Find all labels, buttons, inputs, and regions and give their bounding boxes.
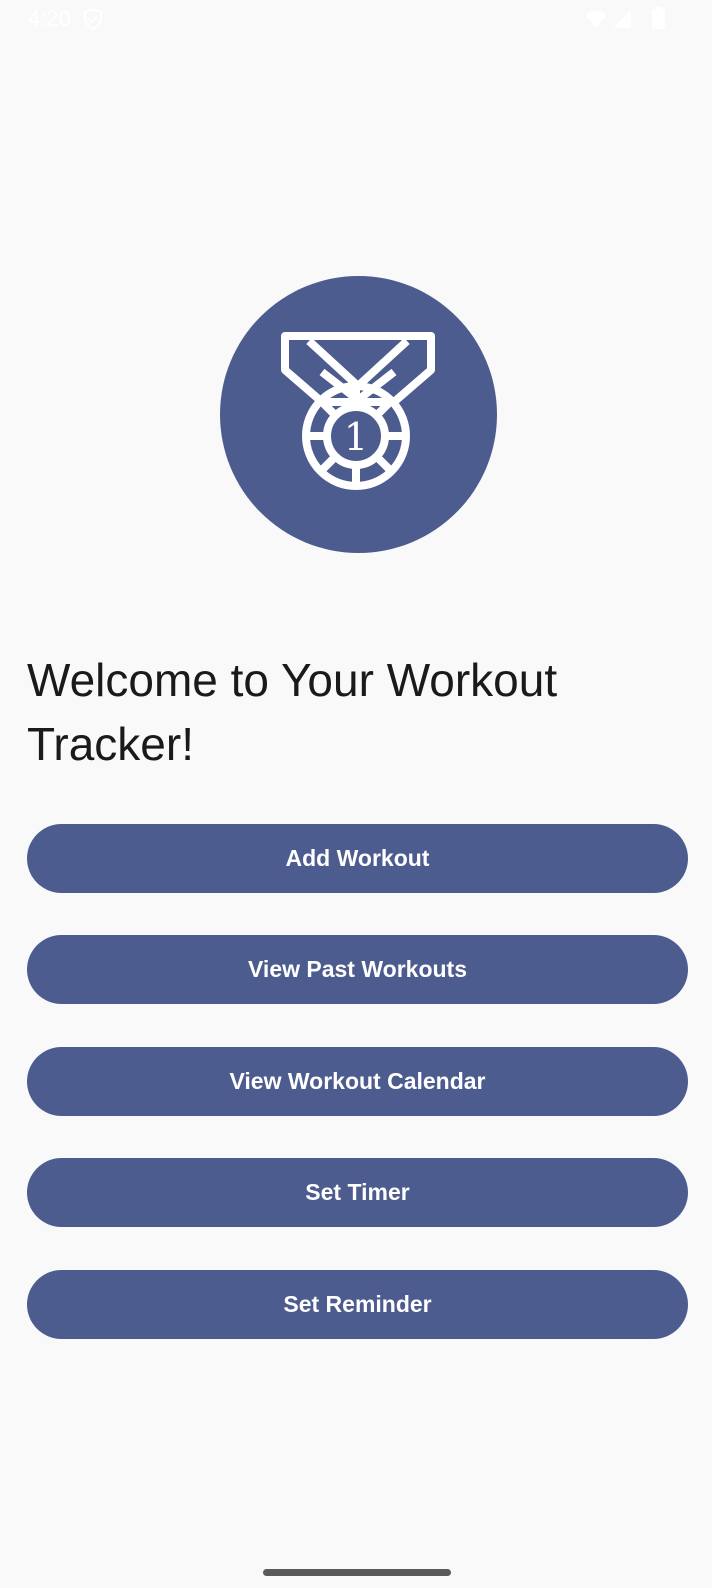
view-past-workouts-button[interactable]: View Past Workouts bbox=[27, 935, 688, 1004]
signal-icon bbox=[613, 10, 631, 28]
view-workout-calendar-button[interactable]: View Workout Calendar bbox=[27, 1047, 688, 1116]
app-logo: 1 bbox=[220, 276, 497, 553]
medal-number: 1 bbox=[344, 415, 368, 459]
set-reminder-button[interactable]: Set Reminder bbox=[27, 1270, 688, 1339]
battery-icon bbox=[652, 7, 665, 29]
status-bar: 4:20 bbox=[0, 0, 712, 40]
add-workout-button[interactable]: Add Workout bbox=[27, 824, 688, 893]
home-indicator[interactable] bbox=[263, 1569, 451, 1576]
status-time: 4:20 bbox=[28, 6, 71, 31]
welcome-title: Welcome to Your Workout Tracker! bbox=[27, 654, 558, 770]
set-timer-button[interactable]: Set Timer bbox=[27, 1158, 688, 1227]
shield-icon bbox=[84, 8, 102, 30]
wifi-icon bbox=[585, 10, 607, 28]
medal-icon: 1 bbox=[281, 332, 435, 490]
